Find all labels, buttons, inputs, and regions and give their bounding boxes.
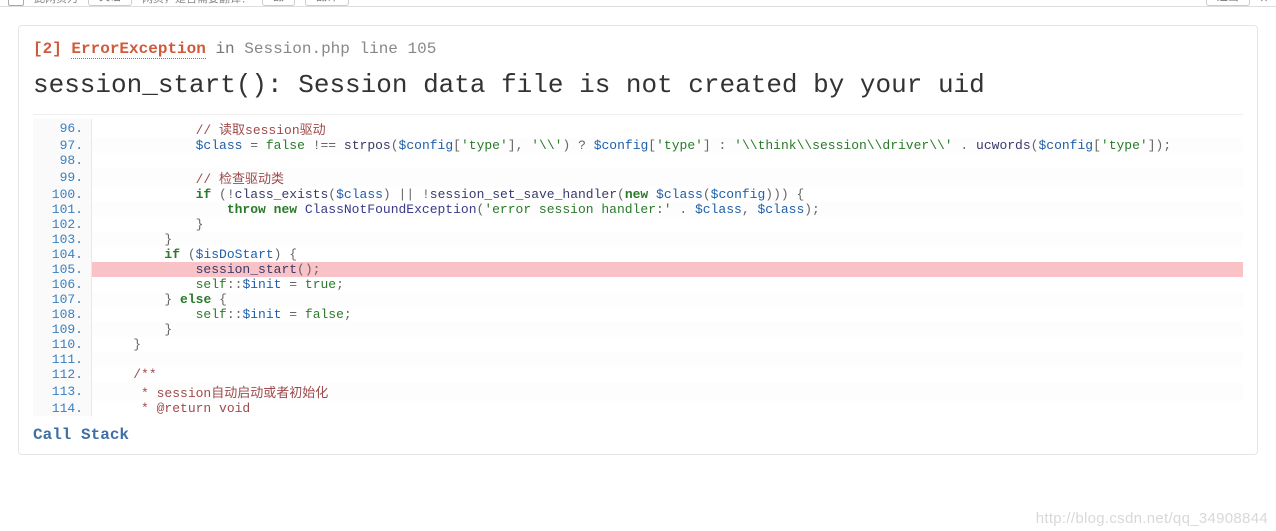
line-number: 101.	[33, 202, 92, 217]
line-number: 113.	[33, 382, 92, 401]
code-line: 104. if ($isDoStart) {	[33, 247, 1243, 262]
line-number: 106.	[33, 277, 92, 292]
line-number: 104.	[33, 247, 92, 262]
translate-label-left: 此网页为	[34, 0, 78, 6]
translate-language-dropdown[interactable]: 英语	[88, 0, 132, 6]
code-line: 101. throw new ClassNotFoundException('e…	[33, 202, 1243, 217]
line-source: session_start();	[92, 262, 1244, 277]
code-line: 112. /**	[33, 367, 1243, 382]
line-number: 96.	[33, 119, 92, 138]
error-code: [2]	[33, 40, 62, 58]
line-source: if ($isDoStart) {	[92, 247, 1244, 262]
code-line: 96. // 读取session驱动	[33, 119, 1243, 138]
line-number: 110.	[33, 337, 92, 352]
error-message: session_start(): Session data file is no…	[33, 70, 1243, 100]
code-line: 97. $class = false !== strpos($config['t…	[33, 138, 1243, 153]
code-line: 108. self::$init = false;	[33, 307, 1243, 322]
code-line: 99. // 检查驱动类	[33, 168, 1243, 187]
line-source: * session自动启动或者初始化	[92, 382, 1244, 401]
code-line: 111.	[33, 352, 1243, 367]
translate-btn-b[interactable]: 翻译	[305, 0, 349, 6]
code-line: 106. self::$init = true;	[33, 277, 1243, 292]
line-number: 109.	[33, 322, 92, 337]
line-source	[92, 153, 1244, 168]
code-line: 109. }	[33, 322, 1243, 337]
line-source: * @return void	[92, 401, 1244, 416]
code-line: 105. session_start();	[33, 262, 1243, 277]
code-line: 107. } else {	[33, 292, 1243, 307]
exception-class[interactable]: ErrorException	[71, 40, 205, 59]
translate-btn-a[interactable]: 翻	[262, 0, 295, 6]
line-number: 102.	[33, 217, 92, 232]
translate-btn-right[interactable]: 退出	[1206, 0, 1250, 6]
line-number: 99.	[33, 168, 92, 187]
line-source: $class = false !== strpos($config['type'…	[92, 138, 1244, 153]
source-code: 96. // 读取session驱动97. $class = false !==…	[33, 119, 1243, 416]
code-line: 98.	[33, 153, 1243, 168]
line-source: self::$init = false;	[92, 307, 1244, 322]
line-source: }	[92, 322, 1244, 337]
line-number: 112.	[33, 367, 92, 382]
translate-bar: A 此网页为 英语 网页，是否需要翻译？ 翻 翻译 退出 ×	[0, 0, 1276, 7]
line-source: self::$init = true;	[92, 277, 1244, 292]
code-line: 110. }	[33, 337, 1243, 352]
line-source: /**	[92, 367, 1244, 382]
line-number: 107.	[33, 292, 92, 307]
header-in: in	[215, 40, 234, 58]
error-panel: [2] ErrorException in Session.php line 1…	[18, 25, 1258, 455]
line-source: if (!class_exists($class) || !session_se…	[92, 187, 1244, 202]
line-number: 111.	[33, 352, 92, 367]
line-number: 114.	[33, 401, 92, 416]
call-stack-title: Call Stack	[19, 416, 1257, 454]
code-line: 100. if (!class_exists($class) || !sessi…	[33, 187, 1243, 202]
line-source: throw new ClassNotFoundException('error …	[92, 202, 1244, 217]
line-source: // 检查驱动类	[92, 168, 1244, 187]
line-source: }	[92, 232, 1244, 247]
line-number: 105.	[33, 262, 92, 277]
line-source: } else {	[92, 292, 1244, 307]
error-location: Session.php line 105	[244, 40, 436, 58]
translate-label-right: 网页，是否需要翻译？	[142, 0, 252, 6]
line-number: 103.	[33, 232, 92, 247]
close-icon[interactable]: ×	[1260, 0, 1268, 6]
line-number: 108.	[33, 307, 92, 322]
line-source	[92, 352, 1244, 367]
line-source: }	[92, 337, 1244, 352]
watermark: http://blog.csdn.net/qq_34908844	[1036, 510, 1268, 527]
line-source: // 读取session驱动	[92, 119, 1244, 138]
line-source: }	[92, 217, 1244, 232]
code-table: 96. // 读取session驱动97. $class = false !==…	[33, 119, 1243, 416]
code-line: 114. * @return void	[33, 401, 1243, 416]
translate-icon: A	[8, 0, 24, 6]
line-number: 100.	[33, 187, 92, 202]
line-number: 97.	[33, 138, 92, 153]
error-header: [2] ErrorException in Session.php line 1…	[33, 40, 1243, 115]
line-number: 98.	[33, 153, 92, 168]
code-line: 113. * session自动启动或者初始化	[33, 382, 1243, 401]
code-line: 103. }	[33, 232, 1243, 247]
code-line: 102. }	[33, 217, 1243, 232]
